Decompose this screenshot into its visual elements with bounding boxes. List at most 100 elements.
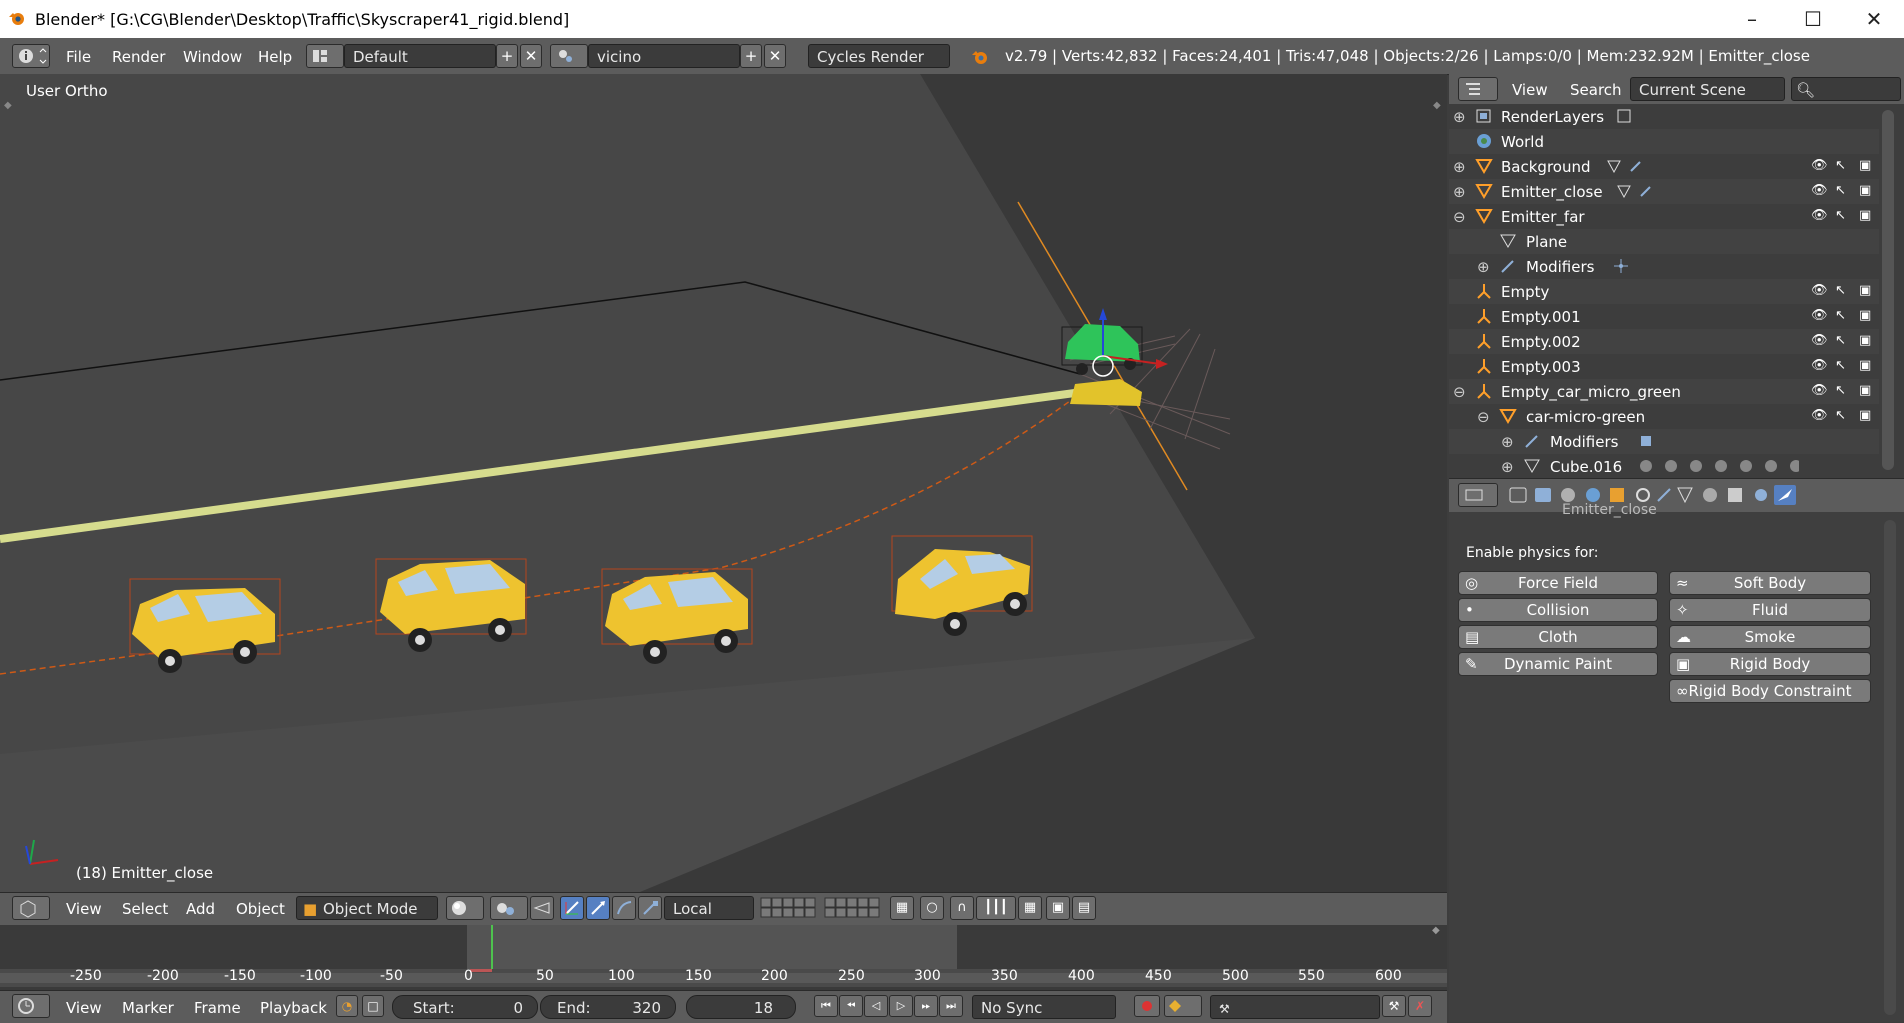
outliner-row-empty-car-micro-green[interactable]: ⊖ Empty_car_micro_green 👁︎ ↖ ▣	[1449, 379, 1879, 404]
play-reverse-button[interactable]: ◁	[864, 995, 888, 1017]
remove-layout-button[interactable]: ✕	[520, 44, 542, 68]
selectable-cursor-icon[interactable]: ↖	[1835, 308, 1846, 323]
selectable-cursor-icon[interactable]: ↖	[1835, 183, 1846, 198]
maximize-button[interactable]: ☐	[1785, 0, 1841, 38]
lock-camera-button[interactable]: ▦	[890, 896, 914, 920]
selectable-cursor-icon[interactable]: ↖	[1835, 408, 1846, 423]
renderable-camera-icon[interactable]: ▣	[1859, 408, 1871, 423]
timeline-menu-playback[interactable]: Playback	[260, 999, 327, 1017]
jump-start-button[interactable]: ⏮︎	[814, 995, 838, 1017]
editor-type-info-button[interactable]	[12, 44, 50, 68]
lock-range-button[interactable]: □	[362, 995, 384, 1017]
keying-set-button[interactable]	[1164, 995, 1202, 1017]
region-toggle-left-icon[interactable]: ◆	[4, 100, 12, 111]
outliner-row-emitter-close[interactable]: ⊕ Emitter_close 👁︎ ↖ ▣	[1449, 179, 1879, 204]
outliner-display-mode-select[interactable]: Current Scene	[1630, 77, 1785, 101]
viewport-shading-button[interactable]	[446, 896, 484, 920]
rigid-body-button[interactable]: ▣ Rigid Body	[1669, 652, 1871, 676]
fluid-button[interactable]: ✧ Fluid	[1669, 598, 1871, 622]
remove-scene-button[interactable]: ✕	[764, 44, 786, 68]
expand-icon[interactable]: ⊕	[1501, 458, 1514, 476]
delete-keyframe-button[interactable]: ✗	[1408, 995, 1432, 1017]
soft-body-button[interactable]: ≈ Soft Body	[1669, 571, 1871, 595]
editor-type-properties-button[interactable]	[1458, 483, 1498, 507]
play-button[interactable]: ▷	[889, 995, 913, 1017]
selectable-cursor-icon[interactable]: ↖	[1835, 208, 1846, 223]
add-layout-button[interactable]: +	[496, 44, 518, 68]
proportional-edit-button[interactable]: ○	[920, 896, 944, 920]
renderable-camera-icon[interactable]: ▣	[1859, 208, 1871, 223]
expand-icon[interactable]: ⊕	[1453, 158, 1466, 176]
expand-icon[interactable]: ⊕	[1477, 258, 1490, 276]
outliner-search-field[interactable]: 🔍︎	[1791, 77, 1901, 101]
renderable-camera-icon[interactable]: ▣	[1859, 283, 1871, 298]
outliner-row-empty-001[interactable]: Empty.001 👁︎ ↖ ▣	[1449, 304, 1879, 329]
jump-keyframe-back-button[interactable]: ⏪︎	[839, 995, 863, 1017]
visibility-eye-icon[interactable]: 👁︎	[1811, 183, 1828, 198]
smoke-button[interactable]: ☁ Smoke	[1669, 625, 1871, 649]
object-mode-select[interactable]: ■ Object Mode	[296, 896, 438, 920]
properties-scrollbar[interactable]	[1884, 520, 1896, 1015]
manipulator-toggle-button[interactable]	[530, 896, 554, 920]
expand-icon[interactable]: ⊕	[1501, 433, 1514, 451]
visibility-eye-icon[interactable]: 👁︎	[1811, 208, 1828, 223]
region-toggle-icon[interactable]: ◆	[1432, 925, 1440, 936]
dynamic-paint-button[interactable]: ✎ Dynamic Paint	[1458, 652, 1658, 676]
3d-viewport[interactable]: ◆ ◆ User Ortho (18) Emitter_close	[0, 74, 1447, 892]
outliner-menu-view[interactable]: View	[1512, 81, 1548, 99]
close-window-button[interactable]: ✕	[1846, 0, 1902, 38]
snap-element-select[interactable]: ┃┃┃	[976, 896, 1016, 920]
end-frame-field[interactable]: End: 320	[540, 995, 676, 1019]
outliner-row-empty-003[interactable]: Empty.003 👁︎ ↖ ▣	[1449, 354, 1879, 379]
sync-mode-select[interactable]: No Sync	[972, 995, 1116, 1019]
expand-icon[interactable]: ⊕	[1453, 108, 1466, 126]
editor-type-3d-view-button[interactable]	[12, 896, 50, 920]
selectable-cursor-icon[interactable]: ↖	[1835, 158, 1846, 173]
cloth-button[interactable]: ▤ Cloth	[1458, 625, 1658, 649]
collapse-icon[interactable]: ⊖	[1453, 208, 1466, 226]
selectable-cursor-icon[interactable]: ↖	[1835, 358, 1846, 373]
renderable-camera-icon[interactable]: ▣	[1859, 158, 1871, 173]
timeline-menu-marker[interactable]: Marker	[122, 999, 174, 1017]
menu-window[interactable]: Window	[183, 48, 242, 66]
pivot-point-button[interactable]	[490, 896, 528, 920]
selectable-cursor-icon[interactable]: ↖	[1835, 283, 1846, 298]
rotate-curve-button[interactable]	[612, 896, 636, 920]
outliner-row-plane[interactable]: Plane	[1449, 229, 1879, 254]
outliner-row-modifiers[interactable]: ⊕ Modifiers	[1449, 254, 1879, 279]
rigid-body-constraint-button[interactable]: ∞ Rigid Body Constraint	[1669, 679, 1871, 703]
rotate-manipulator-button[interactable]	[586, 896, 610, 920]
menu-select[interactable]: Select	[122, 900, 168, 918]
visibility-eye-icon[interactable]: 👁︎	[1811, 408, 1828, 423]
renderable-camera-icon[interactable]: ▣	[1859, 383, 1871, 398]
menu-view[interactable]: View	[66, 900, 102, 918]
collision-button[interactable]: • Collision	[1458, 598, 1658, 622]
collapse-icon[interactable]: ⊖	[1453, 383, 1466, 401]
menu-object[interactable]: Object	[236, 900, 285, 918]
screen-layout-button[interactable]	[306, 44, 344, 68]
add-scene-button[interactable]: +	[740, 44, 762, 68]
use-preview-range-button[interactable]: ◔	[336, 995, 358, 1017]
renderable-camera-icon[interactable]: ▣	[1859, 183, 1871, 198]
render-engine-select[interactable]: Cycles Render	[808, 44, 950, 68]
timeline-menu-view[interactable]: View	[66, 999, 102, 1017]
selectable-cursor-icon[interactable]: ↖	[1835, 383, 1846, 398]
snap-toggle-button[interactable]: ∩	[950, 896, 974, 920]
render-animation-button[interactable]: ▤	[1072, 896, 1096, 920]
renderable-camera-icon[interactable]: ▣	[1859, 358, 1871, 373]
start-frame-field[interactable]: Start: 0	[392, 995, 538, 1019]
translate-manipulator-button[interactable]	[560, 896, 584, 920]
renderable-camera-icon[interactable]: ▣	[1859, 308, 1871, 323]
visibility-eye-icon[interactable]: 👁︎	[1811, 283, 1828, 298]
insert-keyframe-button[interactable]: ⚒	[1382, 995, 1406, 1017]
menu-file[interactable]: File	[66, 48, 91, 66]
outliner-row-empty[interactable]: Empty 👁︎ ↖ ▣	[1449, 279, 1879, 304]
minimize-button[interactable]: –	[1724, 0, 1780, 38]
force-field-button[interactable]: ◎ Force Field	[1458, 571, 1658, 595]
editor-type-timeline-button[interactable]	[12, 994, 50, 1018]
visibility-eye-icon[interactable]: 👁︎	[1811, 308, 1828, 323]
expand-icon[interactable]: ⊕	[1453, 183, 1466, 201]
outliner-scrollbar[interactable]	[1882, 110, 1894, 470]
outliner-row-cube-016[interactable]: ⊕ Cube.016	[1449, 454, 1879, 479]
outliner-row-empty-002[interactable]: Empty.002 👁︎ ↖ ▣	[1449, 329, 1879, 354]
